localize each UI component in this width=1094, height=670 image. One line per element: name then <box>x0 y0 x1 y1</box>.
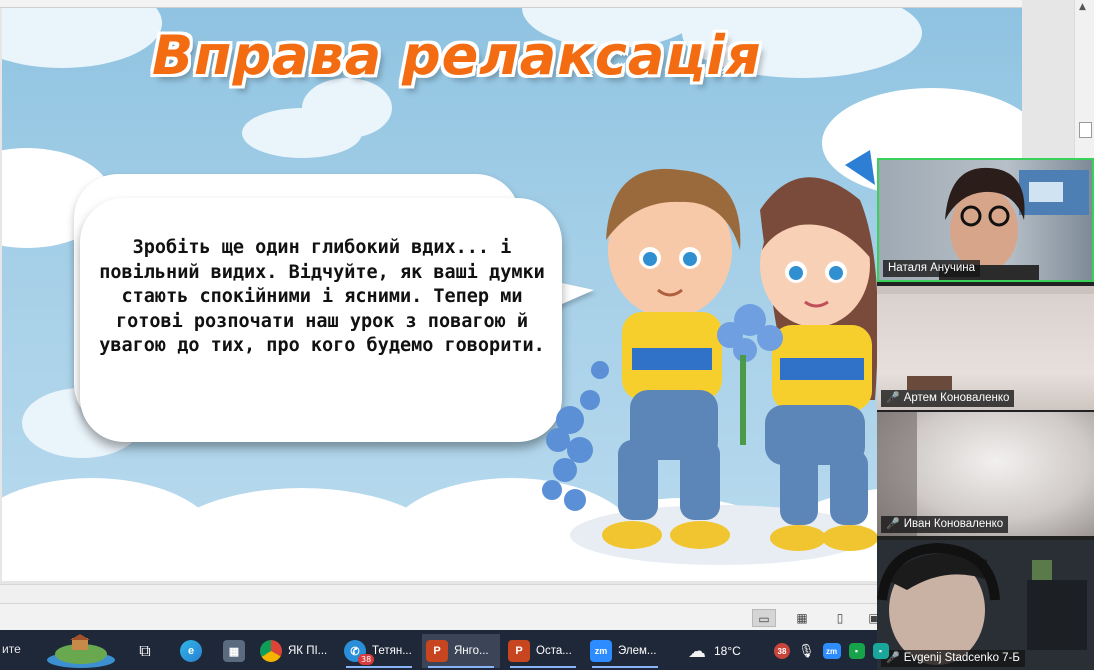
tray-badge: 38 <box>777 646 787 656</box>
teal-app-tray-icon[interactable]: ▪ <box>872 643 889 659</box>
taskbar-app-messenger[interactable]: ✆ 38 Тетян... <box>340 634 418 668</box>
island-icon <box>47 634 115 668</box>
slide-sorter-icon: ▦ <box>796 611 808 625</box>
running-indicator <box>428 666 494 668</box>
weather-temperature: 18°C <box>714 644 741 658</box>
speech-bubble-text[interactable]: Зробіть ще один глибокий вдих... і повіл… <box>94 236 550 359</box>
zoom-gallery-panel: Наталя Анучина 🎤 Артем Коноваленко 🎤 Иван … <box>877 158 1094 670</box>
normal-view-button[interactable]: ▭ <box>752 609 776 627</box>
taskbar-app-powerpoint-2[interactable]: P Оста... <box>504 634 582 668</box>
calculator-icon: ▦ <box>223 640 245 662</box>
unread-badge: 38 <box>358 654 375 665</box>
cloud-shape <box>2 8 162 68</box>
slide-title[interactable]: Вправа релаксація <box>152 24 762 87</box>
task-view-button[interactable]: ⧉ <box>132 634 158 668</box>
edge-icon: e <box>180 640 202 662</box>
muted-mic-icon: 🎤 <box>886 392 900 404</box>
participant-tile-ivan[interactable]: 🎤 Иван Коноваленко <box>877 412 1094 536</box>
reading-view-icon: ▯ <box>836 611 844 625</box>
children-illustration[interactable] <box>540 140 880 580</box>
running-indicator <box>592 666 658 668</box>
weather-icon: ☁ <box>688 640 706 661</box>
task-view-icon: ⧉ <box>139 641 151 660</box>
status-bar: ▭ ▦ ▯ ▣ <box>0 603 880 630</box>
participant-name: Наталя Анучина <box>883 260 981 277</box>
taskbar-app-label: Оста... <box>536 645 572 657</box>
search-text-fragment[interactable]: ите <box>2 642 21 656</box>
taskbar-app-label: Элем... <box>618 645 657 657</box>
girl-figure <box>760 150 878 551</box>
powerpoint-icon: P <box>426 640 448 662</box>
running-indicator <box>346 666 412 668</box>
participant-name-label: 🎤 Иван Коноваленко <box>881 516 1009 533</box>
running-indicator <box>510 666 576 668</box>
zoom-icon: zm <box>590 640 612 662</box>
windows-taskbar: ите ⧉ e ▦ ЯК ПІ... ✆ 38 Тетян... P Янго.… <box>0 630 889 670</box>
participant-tile-natalia[interactable]: Наталя Анучина <box>877 158 1094 282</box>
participant-name-label: 🎤 Evgenij Stadcenko 7-Б <box>881 650 1025 667</box>
taskbar-app-powerpoint-active[interactable]: P Янго... <box>422 634 500 668</box>
scroll-thumb[interactable] <box>1079 122 1092 138</box>
calculator-button[interactable]: ▦ <box>220 634 248 668</box>
taskbar-app-label: Янго... <box>454 645 489 657</box>
participant-name: Иван Коноваленко <box>903 518 1004 530</box>
taskbar-app-label: ЯК ПІ... <box>288 645 328 657</box>
chrome-icon <box>260 640 282 662</box>
boy-figure <box>602 168 741 549</box>
muted-mic-icon: 🎤 <box>886 518 900 530</box>
green-app-tray-icon[interactable]: ▪ <box>848 643 865 659</box>
zoom-tray-icon[interactable]: zm <box>822 643 841 659</box>
forget-me-not-flowers <box>542 361 609 511</box>
participant-tile-evgenij[interactable]: 🎤 Evgenij Stadcenko 7-Б <box>877 540 1094 670</box>
ribbon-edge <box>0 0 1022 8</box>
powerpoint-icon: P <box>508 640 530 662</box>
desktop-screen: Вправа релаксація Зробіть ще один глибок… <box>0 0 1094 670</box>
microphone-icon[interactable]: 🎙 <box>798 643 815 659</box>
slide-canvas[interactable]: Вправа релаксація Зробіть ще один глибок… <box>2 8 1022 581</box>
messenger-tray-icon[interactable]: 38 <box>774 643 790 659</box>
participant-name-label: 🎤 Артем Коноваленко <box>881 390 1015 407</box>
taskbar-app-label: Тетян... <box>372 645 412 657</box>
weather-widget[interactable]: ☁ 18°C <box>688 634 741 668</box>
reading-view-button[interactable]: ▯ <box>828 609 852 627</box>
scroll-up-icon[interactable]: ▲ <box>1079 2 1086 12</box>
normal-view-icon: ▭ <box>758 612 770 626</box>
edge-button[interactable]: e <box>176 634 206 668</box>
taskbar-app-chrome[interactable]: ЯК ПІ... <box>256 634 334 668</box>
participant-name: Evgenij Stadcenko 7-Б <box>903 652 1020 664</box>
slide-sorter-button[interactable]: ▦ <box>790 609 814 627</box>
cloud-shape <box>242 108 362 158</box>
system-tray: 38 🎙 zm ▪ ▪ <box>774 634 889 668</box>
taskbar-app-zoom[interactable]: zm Элем... <box>586 634 664 668</box>
participant-name: Артем Коноваленко <box>903 392 1010 404</box>
participant-tile-artem[interactable]: 🎤 Артем Коноваленко <box>877 286 1094 410</box>
widget-island-thumbnail[interactable] <box>44 634 118 668</box>
